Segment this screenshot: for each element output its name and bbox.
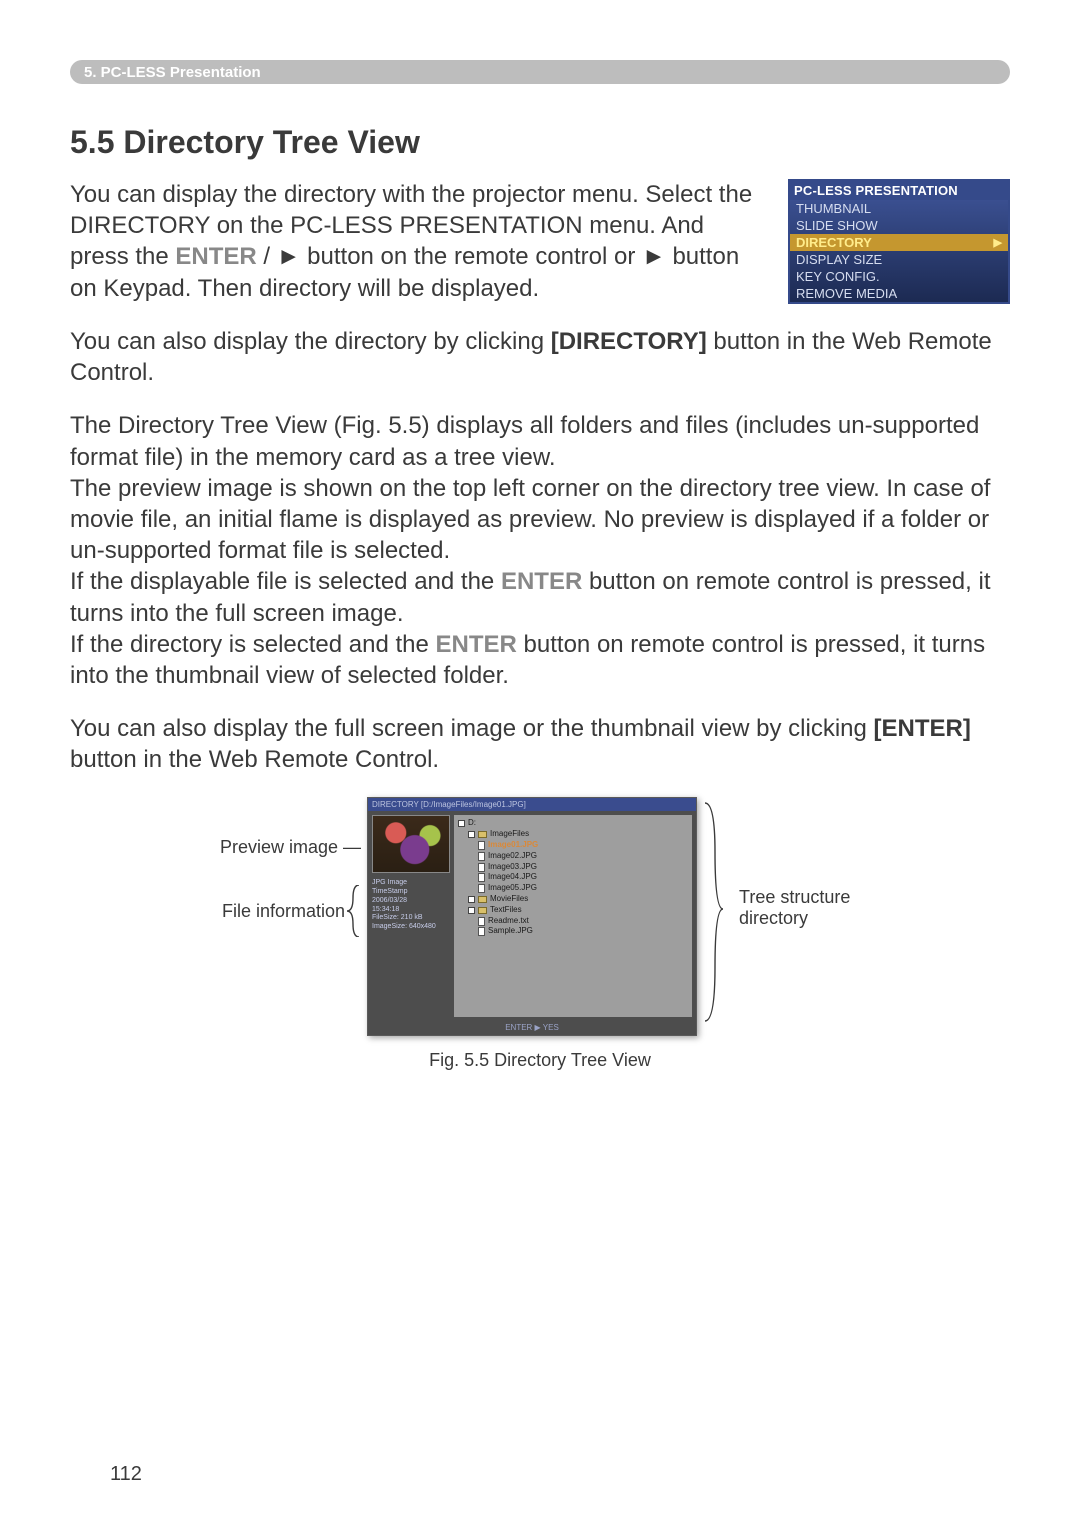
file-icon xyxy=(478,852,485,861)
enter-key-label: ENTER xyxy=(501,568,582,595)
file-information: JPG Image TimeStamp 2006/03/28 15:34:18 … xyxy=(372,879,450,932)
text: The preview image is shown on the top le… xyxy=(70,475,990,564)
section-title: 5. PC-LESS Presentation xyxy=(84,64,261,81)
directory-button-label: [DIRECTORY] xyxy=(551,328,707,355)
text: If the directory is selected and the xyxy=(70,631,436,658)
text: You can also display the full screen ima… xyxy=(70,715,874,742)
menu-item-removemedia[interactable]: REMOVE MEDIA xyxy=(790,285,1008,302)
figure-left-annotations: Preview image — File information xyxy=(181,797,361,1036)
menu-item-keyconfig[interactable]: KEY CONFIG. xyxy=(790,268,1008,285)
tree-folder: MovieFiles xyxy=(490,894,528,905)
text: The Directory Tree View (Fig. 5.5) displ… xyxy=(70,412,979,470)
file-icon xyxy=(478,841,485,850)
menu-item-directory[interactable]: DIRECTORY ▶ xyxy=(790,234,1008,251)
enter-key-label: ENTER xyxy=(175,243,256,270)
tree-file: Image05.JPG xyxy=(488,883,537,894)
annotation-treestructure: Tree structure directory xyxy=(729,797,899,1036)
brace-icon xyxy=(703,797,723,1027)
info-line: FileSize: 210 kB xyxy=(372,914,450,923)
minus-icon xyxy=(458,820,465,827)
menu-item-thumbnail[interactable]: THUMBNAIL xyxy=(790,200,1008,217)
info-line: 2006/03/28 xyxy=(372,897,450,906)
text: If the displayable file is selected and … xyxy=(70,568,501,595)
pcless-menu-title: PC-LESS PRESENTATION xyxy=(790,181,1008,200)
tree-folder: ImageFiles xyxy=(490,829,529,840)
figure-caption: Fig. 5.5 Directory Tree View xyxy=(429,1050,651,1071)
dirshot-path: DIRECTORY [D:/ImageFiles/Image01.JPG] xyxy=(368,798,696,811)
minus-icon xyxy=(468,907,475,914)
minus-icon xyxy=(468,831,475,838)
annotation-preview: Preview image — xyxy=(220,837,361,858)
info-line: 15:34:18 xyxy=(372,906,450,915)
paragraph-web-directory: You can also display the directory by cl… xyxy=(70,326,1010,388)
menu-item-label: DISPLAY SIZE xyxy=(796,252,882,267)
info-line: ImageSize: 640x480 xyxy=(372,923,450,932)
menu-item-label: THUMBNAIL xyxy=(796,201,871,216)
menu-item-label: DIRECTORY xyxy=(796,235,872,250)
info-line: TimeStamp xyxy=(372,888,450,897)
section-header: 5. PC-LESS Presentation xyxy=(70,60,1010,84)
tree-file: Image02.JPG xyxy=(488,851,537,862)
paragraph-treeview-desc: The Directory Tree View (Fig. 5.5) displ… xyxy=(70,410,1010,691)
file-icon xyxy=(478,927,485,936)
file-icon xyxy=(478,917,485,926)
text: You can also display the directory by cl… xyxy=(70,328,551,355)
tree-file: Sample.JPG xyxy=(488,926,533,937)
menu-item-slideshow[interactable]: SLIDE SHOW xyxy=(790,217,1008,234)
folder-icon xyxy=(478,831,487,838)
page-title: 5.5 Directory Tree View xyxy=(70,124,1010,161)
directory-screenshot: DIRECTORY [D:/ImageFiles/Image01.JPG] JP… xyxy=(367,797,697,1036)
tree-file: Image01.JPG xyxy=(488,840,538,851)
text: button in the Web Remote Control. xyxy=(70,746,439,773)
enter-button-label: [ENTER] xyxy=(874,715,971,742)
folder-icon xyxy=(478,896,487,903)
file-icon xyxy=(478,873,485,882)
tree-file: Readme.txt xyxy=(488,916,529,927)
dirshot-footer: ENTER ▶ YES xyxy=(368,1021,696,1035)
intro-paragraph: You can display the directory with the p… xyxy=(70,179,758,304)
tree-folder: TextFiles xyxy=(490,905,522,916)
figure: Preview image — File information DIRECTO… xyxy=(70,797,1010,1071)
plus-icon xyxy=(468,896,475,903)
right-brace-container xyxy=(703,797,723,1036)
brace-icon xyxy=(347,885,361,937)
tree-file: Image03.JPG xyxy=(488,862,537,873)
menu-item-label: KEY CONFIG. xyxy=(796,269,880,284)
pcless-menu-body: THUMBNAIL SLIDE SHOW DIRECTORY ▶ DISPLAY … xyxy=(790,200,1008,302)
menu-item-label: SLIDE SHOW xyxy=(796,218,878,233)
enter-key-label: ENTER xyxy=(436,631,517,658)
menu-item-label: REMOVE MEDIA xyxy=(796,286,897,301)
menu-item-displaysize[interactable]: DISPLAY SIZE xyxy=(790,251,1008,268)
file-icon xyxy=(478,884,485,893)
tree-file: Image04.JPG xyxy=(488,872,537,883)
file-icon xyxy=(478,863,485,872)
folder-icon xyxy=(478,907,487,914)
annotation-label: Preview image xyxy=(220,837,338,857)
chevron-right-icon: ▶ xyxy=(994,236,1002,249)
pcless-menu: PC-LESS PRESENTATION THUMBNAIL SLIDE SHO… xyxy=(788,179,1010,304)
annotation-label: Tree structure directory xyxy=(739,887,850,928)
tree-structure: D: ImageFiles Image01.JPG Image02.JPG Im… xyxy=(454,815,692,1017)
preview-image xyxy=(372,815,450,873)
paragraph-web-enter: You can also display the full screen ima… xyxy=(70,713,1010,775)
annotation-fileinfo: File information xyxy=(222,885,361,937)
info-line: JPG Image xyxy=(372,879,450,888)
annotation-label: File information xyxy=(222,901,345,922)
tree-root: D: xyxy=(468,818,476,829)
page-number: 112 xyxy=(110,1463,142,1486)
